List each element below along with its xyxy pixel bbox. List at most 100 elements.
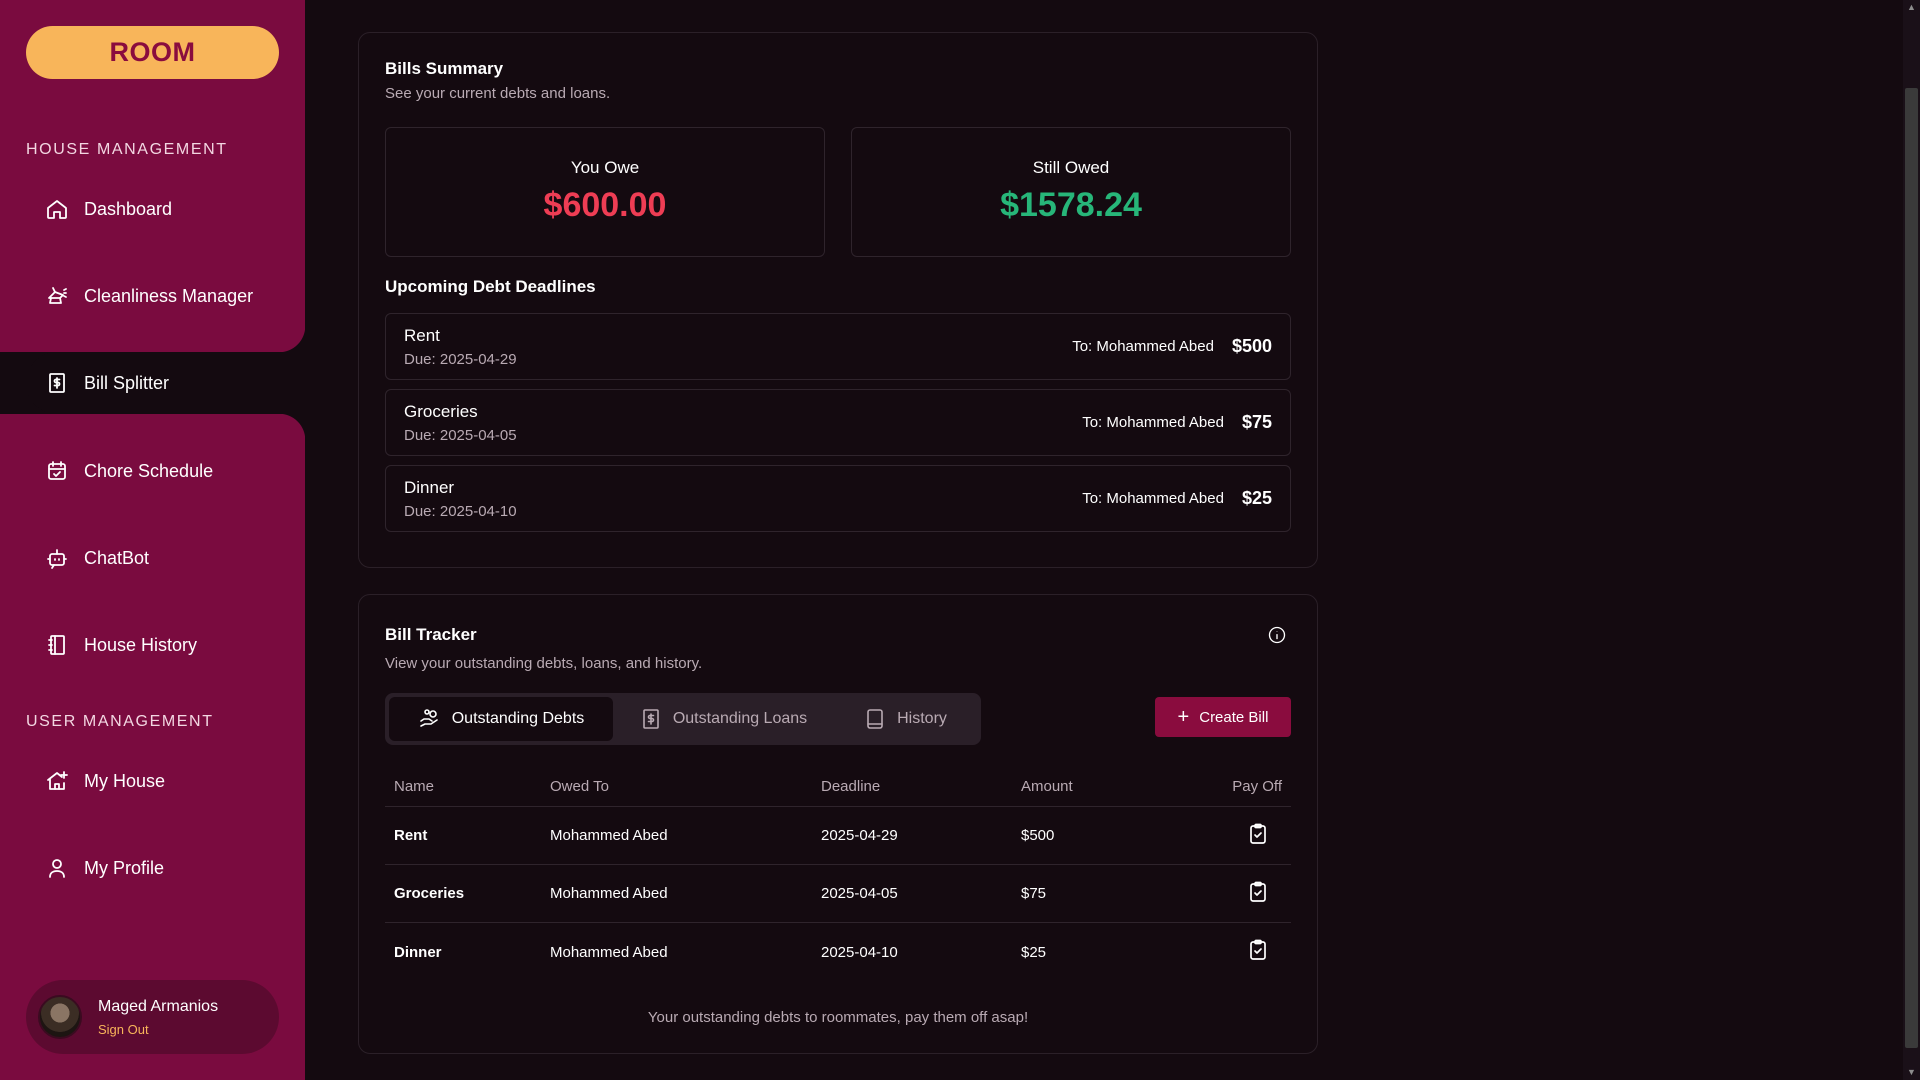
bills-summary-title: Bills Summary — [385, 59, 504, 78]
sidebar-item-my-house[interactable]: My House — [26, 751, 306, 811]
deadline-due: Due: 2025-04-10 — [404, 503, 517, 520]
cell-amount: $500 — [1021, 827, 1055, 844]
cell-name: Groceries — [394, 885, 465, 902]
deadline-amount: $25 — [1241, 488, 1272, 508]
you-owe-label: You Owe — [570, 158, 640, 177]
cell-deadline: 2025-04-05 — [821, 885, 898, 902]
sidebar-item-cleanliness-manager[interactable]: Cleanliness Manager — [26, 266, 306, 326]
cell-name: Rent — [394, 827, 428, 844]
bot-icon — [44, 545, 70, 571]
scroll-thumb[interactable] — [1905, 88, 1918, 1048]
cell-deadline: 2025-04-10 — [821, 943, 898, 961]
tab-label: Outstanding Debts — [451, 710, 585, 727]
sidebar-item-label: Chore Schedule — [84, 460, 214, 481]
avatar[interactable] — [38, 995, 82, 1039]
deadline-name: Dinner — [404, 478, 455, 497]
cell-amount: $25 — [1021, 943, 1047, 961]
still-owed-label: Still Owed — [1032, 158, 1110, 177]
sidebar-item-my-profile[interactable]: My Profile — [26, 838, 306, 898]
cell-name: Dinner — [394, 943, 442, 961]
tab-label: History — [897, 710, 947, 727]
create-bill-label: Create Bill — [1199, 708, 1269, 726]
sidebar-item-label: ChatBot — [84, 547, 150, 568]
cell-amount: $75 — [1021, 885, 1047, 902]
sidebar-item-chore-schedule[interactable]: Chore Schedule — [26, 441, 306, 501]
user-name: Maged Armanios — [98, 997, 219, 1015]
sign-out-link[interactable]: Sign Out — [98, 1022, 218, 1037]
deadline-due: Due: 2025-04-29 — [404, 351, 517, 368]
deadline-recipient: To: Mohammed Abed — [1082, 414, 1224, 431]
table-row: Rent Mohammed Abed 2025-04-29 $500 — [385, 807, 1291, 865]
create-bill-button[interactable]: + Create Bill — [1155, 697, 1291, 737]
deadline-amount: $75 — [1241, 412, 1272, 432]
sidebar-item-bill-splitter[interactable]: Bill Splitter — [26, 352, 306, 414]
calendar-check-icon — [44, 458, 70, 484]
clipboard-check-icon[interactable] — [1246, 880, 1270, 904]
sidebar-item-house-history[interactable]: House History — [26, 615, 306, 675]
notebook-icon — [44, 632, 70, 658]
receipt-dollar-icon — [44, 370, 70, 396]
sidebar-item-label: Cleanliness Manager — [84, 285, 254, 306]
tab-history[interactable]: History — [833, 697, 977, 741]
sidebar-item-label: My Profile — [84, 857, 165, 878]
table-footnote: Your outstanding debts to roommates, pay… — [647, 1009, 1029, 1026]
bill-tracker-title: Bill Tracker — [385, 625, 477, 644]
scroll-down-icon[interactable]: ▼ — [1906, 1067, 1917, 1078]
upcoming-deadlines-title: Upcoming Debt Deadlines — [385, 277, 596, 296]
bills-summary-subtitle: See your current debts and loans. — [385, 85, 611, 102]
house-management-heading: HOUSE MANAGEMENT — [26, 141, 228, 158]
home-icon — [44, 196, 70, 222]
book-icon — [867, 709, 883, 729]
sidebar-item-dashboard[interactable]: Dashboard — [26, 179, 306, 239]
bills-summary-card: Bills Summary See your current debts and… — [358, 32, 1318, 568]
deadline-item: Groceries Due: 2025-04-05 To: Mohammed A… — [385, 389, 1291, 456]
deadline-recipient: To: Mohammed Abed — [1072, 338, 1214, 355]
table-row: Groceries Mohammed Abed 2025-04-05 $75 — [385, 865, 1291, 923]
user-card: Maged Armanios Sign Out — [26, 980, 279, 1054]
column-header: Deadline — [821, 778, 881, 795]
tab-outstanding-debts[interactable]: Outstanding Debts — [389, 697, 613, 741]
receipt-dollar-icon — [643, 709, 659, 729]
user-management-heading: USER MANAGEMENT — [26, 713, 214, 730]
debts-table: Name Owed To Deadline Amount Pay Off Ren… — [385, 767, 1291, 981]
tab-label: Outstanding Loans — [672, 710, 808, 727]
deadline-item: Rent Due: 2025-04-29 To: Mohammed Abed $… — [385, 313, 1291, 380]
bill-tracker-subtitle: View your outstanding debts, loans, and … — [385, 655, 703, 672]
plus-icon: + — [1177, 706, 1190, 728]
scrollbar[interactable]: ▲ ▼ — [1903, 0, 1920, 1080]
user-icon — [44, 855, 70, 881]
cell-owed-to: Mohammed Abed — [550, 827, 668, 844]
hand-coins-icon — [419, 709, 438, 727]
cell-owed-to: Mohammed Abed — [550, 943, 668, 961]
cell-deadline: 2025-04-29 — [821, 827, 898, 844]
bill-tracker-card: Bill Tracker View your outstanding debts… — [358, 594, 1318, 1054]
cell-owed-to: Mohammed Abed — [550, 885, 668, 902]
still-owed-value: $1578.24 — [1000, 186, 1142, 224]
deadline-recipient: To: Mohammed Abed — [1082, 490, 1224, 507]
room-logo[interactable]: ROOM — [26, 26, 279, 79]
still-owed-box: Still Owed $1578.24 — [851, 127, 1291, 257]
clipboard-check-icon[interactable] — [1246, 938, 1270, 962]
spray-icon — [44, 283, 70, 309]
deadline-name: Groceries — [404, 402, 478, 421]
deadline-amount: $500 — [1231, 336, 1272, 356]
clipboard-check-icon[interactable] — [1246, 822, 1270, 846]
deadline-due: Due: 2025-04-05 — [404, 427, 517, 444]
house-plus-icon — [44, 768, 70, 794]
column-header: Amount — [1021, 778, 1073, 795]
deadline-item: Dinner Due: 2025-04-10 To: Mohammed Abed… — [385, 465, 1291, 532]
tab-outstanding-loans[interactable]: Outstanding Loans — [613, 697, 833, 741]
sidebar-item-chatbot[interactable]: ChatBot — [26, 528, 306, 588]
sidebar-item-label: Bill Splitter — [84, 372, 170, 393]
deadline-name: Rent — [404, 326, 440, 345]
table-row: Dinner Mohammed Abed 2025-04-10 $25 — [385, 923, 1291, 981]
you-owe-value: $600.00 — [543, 186, 667, 224]
column-header: Owed To — [550, 778, 609, 795]
scroll-up-icon[interactable]: ▲ — [1906, 2, 1917, 13]
sidebar-item-label: House History — [84, 634, 198, 655]
sidebar: ROOM HOUSE MANAGEMENT Dashboard Cleanlin… — [0, 0, 306, 1080]
column-header: Pay Off — [1232, 778, 1282, 795]
table-header: Name Owed To Deadline Amount Pay Off — [385, 767, 1291, 807]
you-owe-box: You Owe $600.00 — [385, 127, 825, 257]
info-icon[interactable] — [1267, 625, 1287, 645]
